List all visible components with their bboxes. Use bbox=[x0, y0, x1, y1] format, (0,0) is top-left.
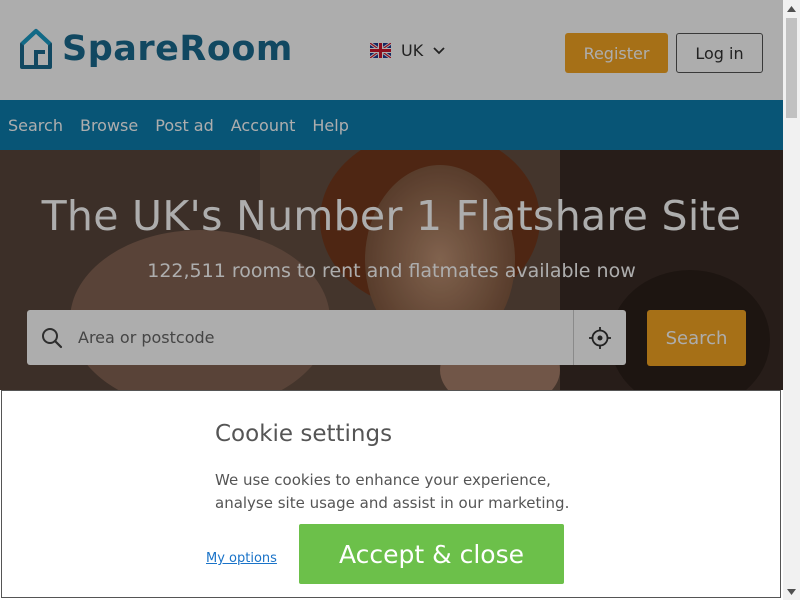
page: SpareRoom UK Register Log in Search Brow… bbox=[0, 0, 783, 600]
cookie-settings-panel: Cookie settings We use cookies to enhanc… bbox=[1, 390, 781, 598]
my-options-link[interactable]: My options bbox=[206, 551, 277, 566]
modal-scrim bbox=[0, 0, 783, 390]
scroll-down-icon bbox=[787, 588, 796, 595]
scroll-up-icon bbox=[787, 5, 796, 12]
scroll-down-button[interactable] bbox=[783, 583, 800, 600]
cookie-description: We use cookies to enhance your experienc… bbox=[215, 471, 570, 512]
accept-close-button[interactable]: Accept & close bbox=[299, 524, 564, 584]
vertical-scrollbar[interactable] bbox=[783, 0, 800, 600]
cookie-title: Cookie settings bbox=[215, 421, 393, 447]
scrollbar-thumb[interactable] bbox=[786, 18, 797, 118]
scroll-up-button[interactable] bbox=[783, 0, 800, 17]
